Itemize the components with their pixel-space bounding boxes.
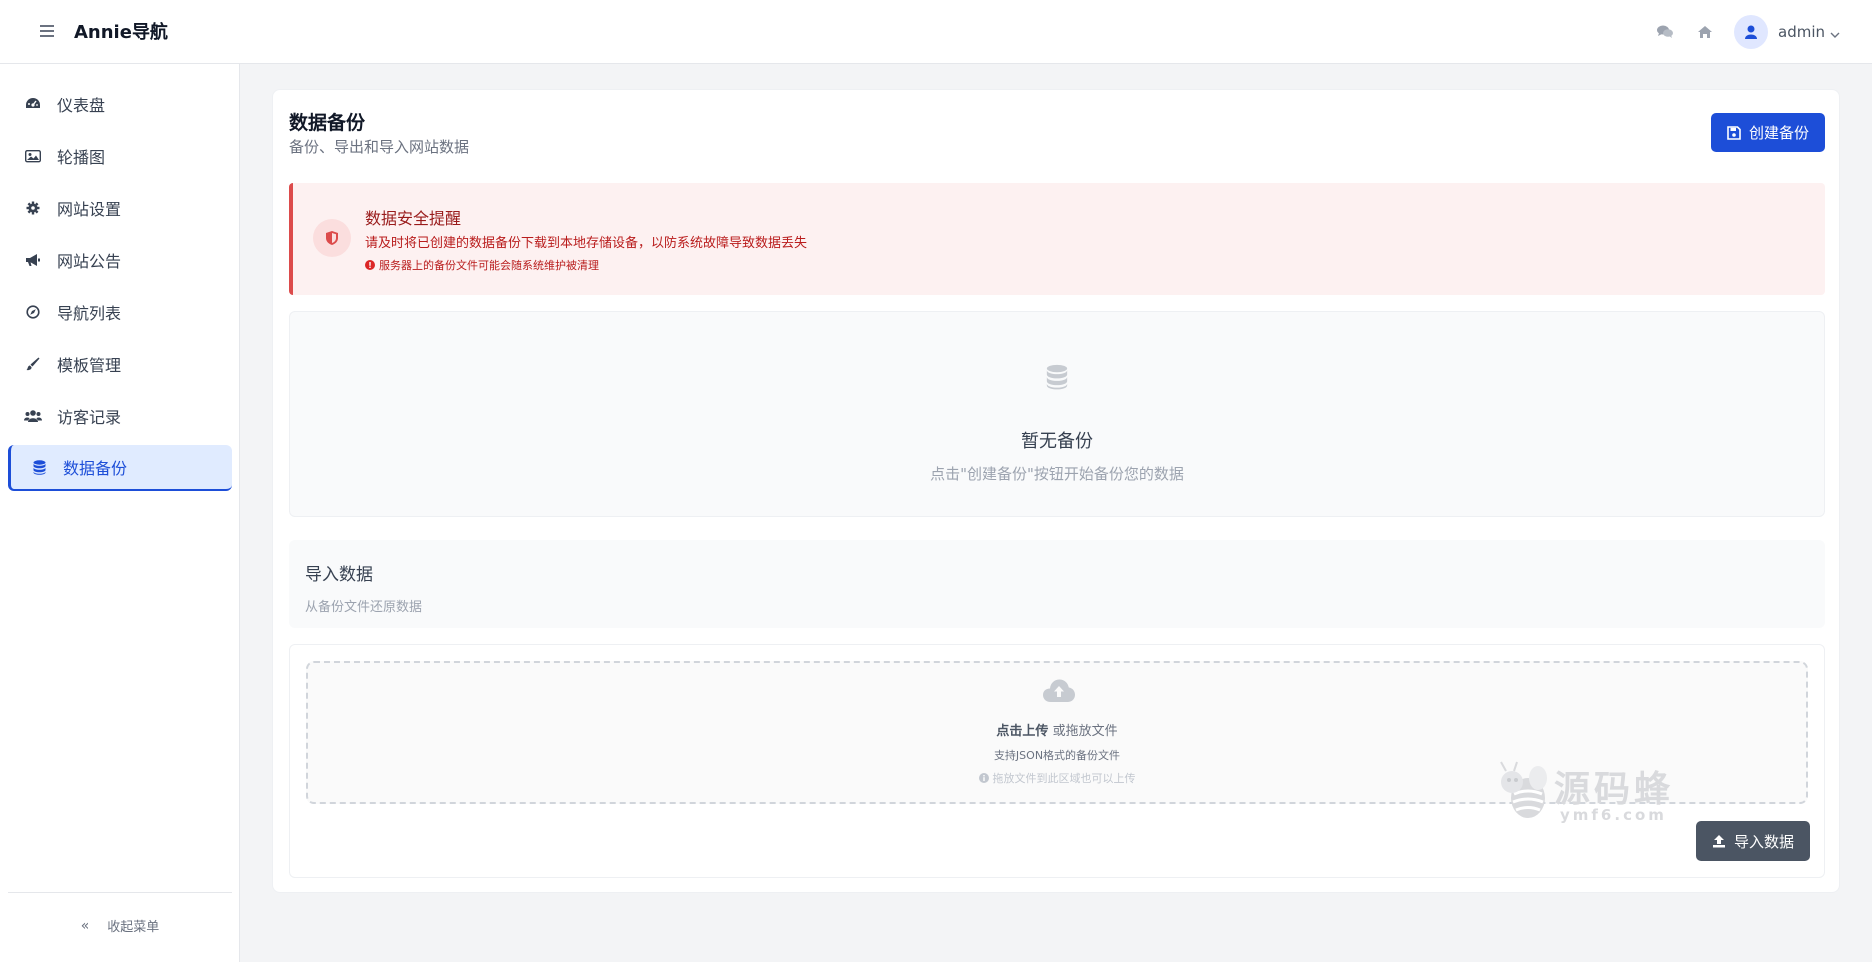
upload-drop-hint-text: 拖放文件到此区域也可以上传 xyxy=(992,772,1136,785)
import-data-label: 导入数据 xyxy=(1733,832,1794,851)
top-header: Annie导航 admin xyxy=(0,0,1872,64)
alert-text: 请及时将已创建的数据备份下载到本地存储设备，以防系统故障导致数据丢失 xyxy=(365,236,808,251)
image-icon xyxy=(24,147,42,165)
sidebar-item-templates[interactable]: 模板管理 xyxy=(8,341,232,387)
collapse-menu-label: 收起菜单 xyxy=(107,920,160,935)
double-chevron-left-icon: « xyxy=(80,917,90,934)
sidebar-item-label: 访客记录 xyxy=(57,408,122,427)
sidebar-item-dashboard[interactable]: 仪表盘 xyxy=(8,81,232,127)
alert-note: 服务器上的备份文件可能会随系统维护被清理 xyxy=(365,257,599,273)
page-title: 数据备份 xyxy=(289,112,366,134)
bee-logo-icon xyxy=(1500,761,1547,818)
users-icon xyxy=(24,407,42,425)
dashboard-icon xyxy=(24,95,42,113)
sidebar-item-nav-list[interactable]: 导航列表 xyxy=(8,289,232,335)
sidebar-item-label: 数据备份 xyxy=(63,459,128,478)
avatar[interactable] xyxy=(1734,15,1768,49)
sidebar-item-data-backup[interactable]: 数据备份 xyxy=(8,445,232,491)
sidebar: 仪表盘 轮播图 网站设置 网站公告 导航列表 模板管理 访客记录 数据备份 « … xyxy=(0,64,240,962)
upload-click-text: 点击上传 xyxy=(996,724,1049,739)
save-icon xyxy=(1727,125,1741,140)
page-subtitle: 备份、导出和导入网站数据 xyxy=(289,138,470,156)
comments-icon[interactable] xyxy=(1654,21,1676,43)
sidebar-item-label: 轮播图 xyxy=(57,148,106,167)
watermark: 源码蜂 ymf6.com xyxy=(1490,758,1690,828)
empty-state: 暂无备份 点击"创建备份"按钮开始备份您的数据 xyxy=(289,311,1825,517)
exclamation-circle-icon xyxy=(365,260,375,270)
database-icon xyxy=(30,458,48,476)
cloud-upload-icon xyxy=(1042,678,1076,708)
gear-icon xyxy=(24,199,42,217)
compass-icon xyxy=(24,303,42,321)
import-title: 导入数据 xyxy=(305,565,373,585)
sidebar-item-announcements[interactable]: 网站公告 xyxy=(8,237,232,283)
security-alert: 数据安全提醒 请及时将已创建的数据备份下载到本地存储设备，以防系统故障导致数据丢… xyxy=(289,183,1825,295)
create-backup-label: 创建备份 xyxy=(1748,124,1809,142)
sidebar-item-carousel[interactable]: 轮播图 xyxy=(8,133,232,179)
database-icon xyxy=(1046,364,1068,394)
alert-note-text: 服务器上的备份文件可能会随系统维护被清理 xyxy=(379,259,599,272)
sidebar-item-site-settings[interactable]: 网站设置 xyxy=(8,185,232,231)
chevron-down-icon[interactable] xyxy=(1830,23,1840,42)
sidebar-item-label: 仪表盘 xyxy=(57,96,106,115)
shield-icon xyxy=(313,219,351,257)
sidebar-item-label: 网站设置 xyxy=(57,200,122,219)
watermark-subtext: ymf6.com xyxy=(1560,806,1667,824)
sidebar-item-label: 模板管理 xyxy=(57,356,122,375)
empty-subtitle: 点击"创建备份"按钮开始备份您的数据 xyxy=(930,465,1184,483)
empty-title: 暂无备份 xyxy=(1021,431,1093,452)
user-name[interactable]: admin xyxy=(1778,23,1825,41)
upload-icon xyxy=(1712,834,1726,848)
sidebar-item-visitors[interactable]: 访客记录 xyxy=(8,393,232,439)
import-section-header: 导入数据 从备份文件还原数据 xyxy=(289,540,1825,628)
alert-title: 数据安全提醒 xyxy=(365,209,462,228)
sidebar-divider xyxy=(8,892,232,893)
megaphone-icon xyxy=(24,251,42,269)
brush-icon xyxy=(24,355,42,373)
header-actions: admin xyxy=(1636,14,1840,50)
watermark-text: 源码蜂 xyxy=(1554,769,1675,810)
upload-instruction: 点击上传 或拖放文件 xyxy=(308,720,1806,739)
info-circle-icon xyxy=(978,773,989,783)
collapse-menu-button[interactable]: « 收起菜单 xyxy=(0,916,240,936)
upload-drag-text: 或拖放文件 xyxy=(1048,724,1118,739)
import-data-button[interactable]: 导入数据 xyxy=(1695,821,1810,861)
brand-title[interactable]: Annie导航 xyxy=(74,18,168,44)
sidebar-item-label: 网站公告 xyxy=(57,252,122,271)
home-icon[interactable] xyxy=(1694,21,1716,43)
import-subtitle: 从备份文件还原数据 xyxy=(305,600,423,615)
menu-toggle-icon[interactable] xyxy=(36,20,58,42)
sidebar-item-label: 导航列表 xyxy=(57,304,122,323)
create-backup-button[interactable]: 创建备份 xyxy=(1710,113,1825,152)
